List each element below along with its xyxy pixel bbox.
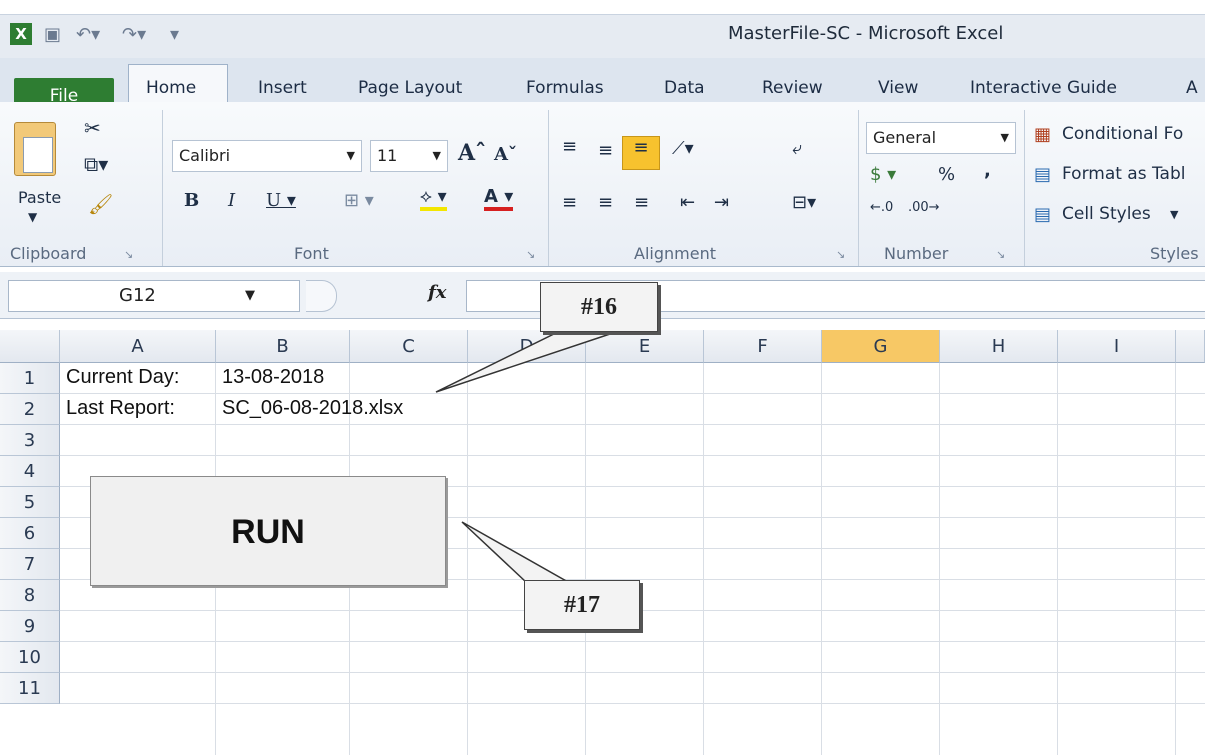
callout-17: #17 [524,580,640,630]
callout-pointers [435,331,617,583]
callout-16-pointer [435,331,617,393]
callout-16: #16 [540,282,658,332]
callout-17-pointer [461,521,571,583]
